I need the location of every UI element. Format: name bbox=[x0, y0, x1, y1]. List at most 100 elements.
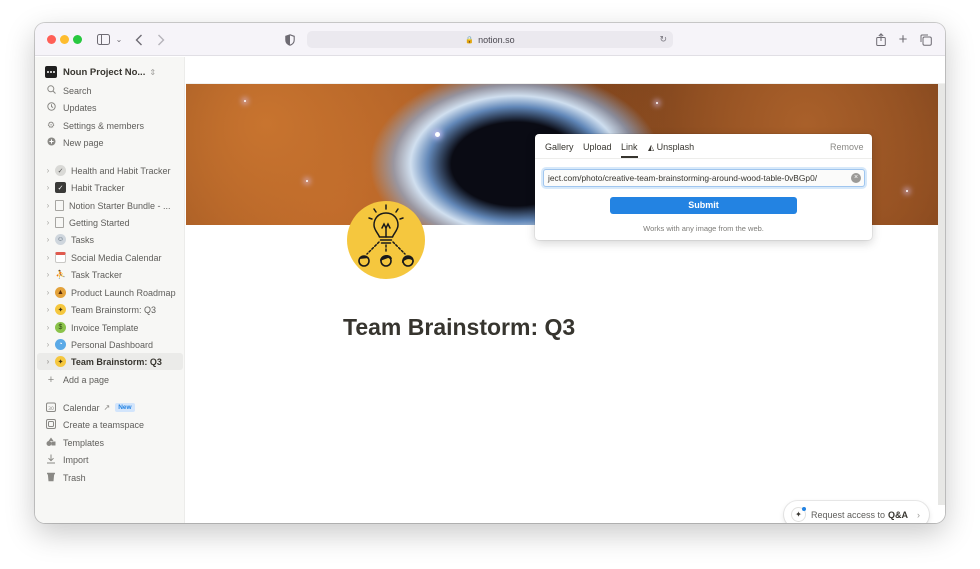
sidebar-page-label: Notion Starter Bundle - ... bbox=[69, 200, 171, 211]
workspace-logo-icon bbox=[45, 66, 57, 78]
sidebar-toggle-icon[interactable] bbox=[95, 31, 111, 48]
minimize-window-button[interactable] bbox=[60, 35, 69, 44]
sidebar-item-label: Add a page bbox=[63, 374, 110, 385]
sidebar-item-label: New page bbox=[63, 137, 104, 148]
workspace-name: Noun Project No... bbox=[63, 66, 146, 78]
sidebar-page-label: Personal Dashboard bbox=[71, 339, 154, 350]
sidebar-page-invoice-template[interactable]: › $ Invoice Template bbox=[37, 319, 183, 336]
remove-cover-button[interactable]: Remove bbox=[830, 142, 864, 152]
chevron-right-icon[interactable]: › bbox=[43, 183, 53, 192]
sidebar-item-search[interactable]: Search bbox=[35, 82, 185, 99]
new-badge: New bbox=[115, 403, 135, 412]
clear-input-icon[interactable]: × bbox=[851, 173, 861, 183]
sidebar-item-new-page[interactable]: New page bbox=[35, 134, 185, 151]
calendar-page-icon bbox=[55, 252, 66, 263]
scrollbar[interactable] bbox=[938, 84, 945, 505]
chevron-right-icon[interactable]: › bbox=[43, 357, 53, 366]
cover-url-input[interactable]: ject.com/photo/creative-team-brainstormi… bbox=[543, 169, 865, 187]
chevron-right-icon[interactable]: › bbox=[43, 235, 53, 244]
sidebar-item-import[interactable]: Import bbox=[35, 451, 185, 468]
lightbulb-icon: ✦ bbox=[55, 304, 66, 315]
reload-icon[interactable]: ↻ bbox=[659, 34, 667, 45]
cover-picker-tabs: Gallery Upload Link ◭ Unsplash Remove bbox=[535, 134, 872, 159]
calendar-icon: 30 bbox=[45, 402, 57, 414]
sidebar-item-updates[interactable]: Updates bbox=[35, 99, 185, 116]
invoice-icon: $ bbox=[55, 322, 66, 333]
checkbox-icon: ✓ bbox=[55, 182, 66, 193]
chevron-right-icon[interactable]: › bbox=[43, 218, 53, 227]
sidebar-page-team-brainstorm[interactable]: › ✦ Team Brainstorm: Q3 bbox=[37, 301, 183, 318]
cover-picker-popup: Gallery Upload Link ◭ Unsplash Remove je… bbox=[535, 134, 872, 240]
share-icon[interactable] bbox=[875, 31, 887, 48]
sidebar-item-settings[interactable]: ⚙ Settings & members bbox=[35, 117, 185, 134]
sidebar-page-task-tracker[interactable]: › ⛹ Task Tracker bbox=[37, 266, 183, 283]
browser-window: ⌄ 🔒 notion.so ↻ + Noun Project No... ⇕ S… bbox=[35, 23, 945, 523]
back-icon[interactable] bbox=[133, 31, 145, 48]
lock-icon: 🔒 bbox=[465, 36, 475, 44]
sidebar-page-label: Team Brainstorm: Q3 bbox=[71, 356, 162, 367]
sparkle-icon: ✦ bbox=[791, 507, 806, 522]
workspace-switcher[interactable]: Noun Project No... ⇕ bbox=[45, 66, 156, 78]
privacy-shield-icon[interactable] bbox=[284, 31, 296, 48]
tab-gallery[interactable]: Gallery bbox=[545, 142, 574, 152]
sidebar-page-team-brainstorm-active[interactable]: › ✦ Team Brainstorm: Q3 bbox=[37, 353, 183, 370]
sidebar-page-label: Invoice Template bbox=[71, 322, 139, 333]
chevron-right-icon[interactable]: › bbox=[43, 323, 53, 332]
chevron-right-icon[interactable]: › bbox=[43, 270, 53, 279]
sidebar-page-getting-started[interactable]: › Getting Started bbox=[37, 214, 183, 231]
sidebar-item-templates[interactable]: Templates bbox=[35, 434, 185, 451]
tab-unsplash-label: Unsplash bbox=[656, 142, 695, 152]
tab-overview-icon[interactable] bbox=[920, 31, 932, 48]
cover-star bbox=[306, 180, 308, 182]
browser-titlebar: ⌄ 🔒 notion.so ↻ + bbox=[35, 23, 945, 56]
sidebar-page-label: Habit Tracker bbox=[71, 182, 125, 193]
sidebar-page-health-habit-tracker[interactable]: › ✓ Health and Habit Tracker bbox=[37, 162, 183, 179]
request-qa-access-button[interactable]: ✦ Request access to Q&A › bbox=[784, 501, 929, 523]
clock-icon bbox=[45, 102, 57, 113]
tab-unsplash[interactable]: ◭ Unsplash bbox=[648, 142, 694, 152]
document-icon bbox=[55, 200, 64, 211]
sidebar-page-notion-starter-bundle[interactable]: › Notion Starter Bundle - ... bbox=[37, 197, 183, 214]
address-bar[interactable]: 🔒 notion.so ↻ bbox=[307, 31, 673, 48]
chevron-right-icon[interactable]: › bbox=[43, 288, 53, 297]
sidebar-page-personal-dashboard[interactable]: › ◔ Personal Dashboard bbox=[37, 336, 183, 353]
sidebar-page-tasks[interactable]: › ☺ Tasks bbox=[37, 231, 183, 248]
close-window-button[interactable] bbox=[47, 35, 56, 44]
tab-upload[interactable]: Upload bbox=[583, 142, 612, 152]
new-tab-icon[interactable]: + bbox=[897, 31, 909, 48]
sidebar-item-trash[interactable]: Trash bbox=[35, 469, 185, 486]
tab-link[interactable]: Link bbox=[621, 142, 638, 158]
sidebar-page-label: Team Brainstorm: Q3 bbox=[71, 304, 157, 315]
main-content: Team Brainstorm: Q3 Gallery Upload Link … bbox=[186, 57, 945, 523]
submit-button[interactable]: Submit bbox=[610, 197, 797, 214]
page-topbar bbox=[186, 57, 945, 84]
chevron-right-icon[interactable]: › bbox=[43, 201, 53, 210]
chevron-right-icon[interactable]: › bbox=[43, 305, 53, 314]
qa-label-prefix: Request access to bbox=[811, 509, 886, 520]
forward-icon[interactable] bbox=[155, 31, 167, 48]
chevron-down-icon[interactable]: ⌄ bbox=[115, 31, 123, 48]
sidebar-item-create-teamspace[interactable]: Create a teamspace bbox=[35, 416, 185, 433]
cover-link-hint: Works with any image from the web. bbox=[643, 224, 764, 233]
rocket-icon: ▲ bbox=[55, 287, 66, 298]
sidebar-item-label: Import bbox=[63, 454, 89, 465]
people-icon: ⛹ bbox=[55, 270, 66, 279]
sidebar-page-habit-tracker[interactable]: › ✓ Habit Tracker bbox=[37, 179, 183, 196]
sidebar-item-label: Calendar bbox=[63, 402, 100, 413]
lightbulb-team-icon bbox=[358, 204, 414, 267]
page-icon[interactable] bbox=[347, 201, 425, 279]
sidebar-page-label: Product Launch Roadmap bbox=[71, 287, 176, 298]
sidebar-item-calendar[interactable]: 30 Calendar ↗ New bbox=[35, 399, 185, 416]
sidebar-item-label: Search bbox=[63, 85, 92, 96]
sidebar-page-product-launch-roadmap[interactable]: › ▲ Product Launch Roadmap bbox=[37, 284, 183, 301]
chevron-right-icon[interactable]: › bbox=[43, 166, 53, 175]
sidebar-page-social-media-calendar[interactable]: › Social Media Calendar bbox=[37, 249, 183, 266]
sidebar: Noun Project No... ⇕ Search Updates ⚙ Se… bbox=[35, 57, 185, 523]
page-title[interactable]: Team Brainstorm: Q3 bbox=[343, 314, 575, 341]
zoom-window-button[interactable] bbox=[73, 35, 82, 44]
chevron-right-icon[interactable]: › bbox=[43, 340, 53, 349]
sidebar-page-label: Tasks bbox=[71, 234, 95, 245]
chevron-right-icon[interactable]: › bbox=[43, 253, 53, 262]
sidebar-add-page[interactable]: + Add a page bbox=[35, 371, 185, 388]
svg-text:30: 30 bbox=[48, 406, 54, 412]
